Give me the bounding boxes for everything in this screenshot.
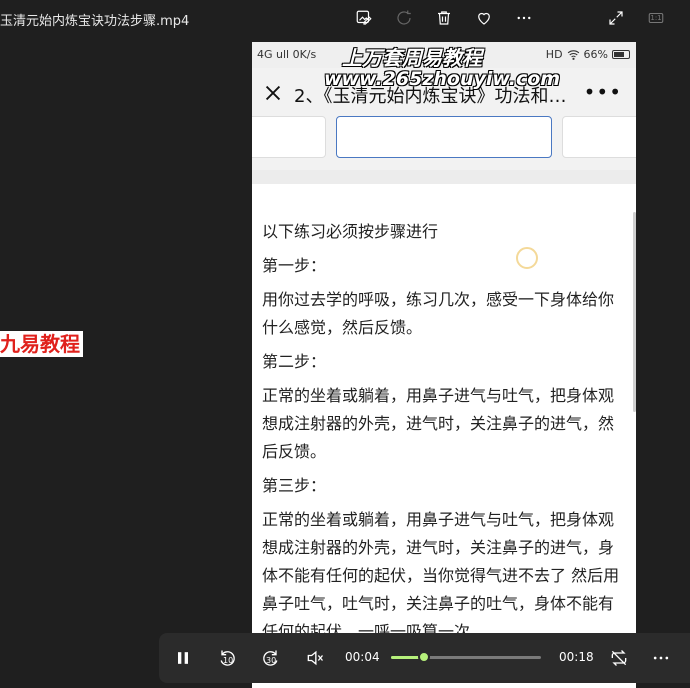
repeat-off-icon: [611, 650, 627, 666]
card-selected[interactable]: [336, 116, 552, 158]
card-left[interactable]: [252, 116, 326, 158]
skip-forward-button[interactable]: 30: [259, 645, 283, 671]
more-horizontal-icon: [653, 656, 669, 660]
skip-back-label: 10: [223, 656, 234, 665]
file-title: 玉清元始内炼宝诀功法步骤.mp4: [0, 14, 190, 29]
paragraph: 第一步：: [262, 256, 327, 275]
paragraph: 第三步：: [262, 476, 327, 495]
current-time: 00:04: [345, 650, 380, 664]
left-watermark: 九易教程: [0, 331, 83, 357]
paragraph: 用你过去学的呼吸，练习几次，感受一下身体给你什么感觉，然后反馈。: [262, 290, 615, 337]
watermark-top: 上万套周易教程: [342, 46, 482, 70]
battery-percent: 66%: [583, 48, 608, 61]
article-content: 以下练习必须按步骤进行 第一步： 用你过去学的呼吸，练习几次，感受一下身体给你什…: [262, 218, 626, 652]
wifi-icon: [567, 50, 579, 60]
more-icon[interactable]: •••: [584, 80, 622, 104]
speaker-muted-icon: [307, 650, 324, 666]
playback-controls: 10 30 00:04 00:18: [159, 633, 690, 683]
paragraph: 第二步：: [262, 352, 327, 371]
video-frame: 4G ull 0K/s HD 66% 上万套周易教程 www.265zhouyi…: [252, 42, 636, 688]
skip-forward-label: 30: [266, 656, 277, 665]
hd-label: HD: [545, 48, 563, 61]
battery-icon: [612, 50, 630, 59]
phone-status-bar: 4G ull 0K/s HD 66% 上万套周易教程: [252, 42, 636, 70]
scrollbar[interactable]: [633, 212, 636, 412]
paragraph: 正常的坐着或躺着，用鼻子进气与吐气，把身体观想成注射器的外壳，进气时，关注鼻子的…: [262, 386, 615, 461]
edit-image-icon[interactable]: [352, 6, 376, 30]
favorite-heart-icon[interactable]: [472, 6, 496, 30]
mute-button[interactable]: [303, 645, 327, 671]
title-bar: 玉清元始内炼宝诀功法步骤.mp4 1:1: [0, 0, 690, 36]
paragraph: 以下练习必须按步骤进行: [262, 222, 439, 241]
pause-button[interactable]: [171, 645, 195, 671]
aspect-ratio-label: 1:1: [650, 14, 662, 22]
close-icon[interactable]: [262, 82, 284, 104]
delete-icon[interactable]: [432, 6, 456, 30]
skip-back-button[interactable]: 10: [215, 645, 239, 671]
more-controls-button[interactable]: [649, 645, 673, 671]
touch-indicator: [516, 247, 538, 269]
network-status: 4G ull 0K/s: [257, 48, 317, 61]
seek-thumb[interactable]: [418, 651, 430, 663]
more-options-icon[interactable]: [512, 6, 536, 30]
pause-icon: [178, 652, 188, 664]
seek-bar[interactable]: [391, 651, 541, 663]
total-time: 00:18: [559, 650, 594, 664]
aspect-ratio-icon: 1:1: [644, 6, 668, 30]
rotate-icon: [392, 6, 416, 30]
loop-off-button[interactable]: [607, 645, 631, 671]
paragraph: 正常的坐着或躺着，用鼻子进气与吐气，把身体观想成注射器的外壳，进气时，关注鼻子的…: [262, 510, 620, 641]
fullscreen-expand-icon[interactable]: [604, 6, 628, 30]
divider: [252, 170, 636, 184]
card-right[interactable]: [562, 116, 636, 158]
status-right: HD 66%: [546, 48, 630, 61]
card-strip: [252, 116, 636, 170]
watermark-url: www.265zhouyiw.com: [324, 68, 561, 90]
